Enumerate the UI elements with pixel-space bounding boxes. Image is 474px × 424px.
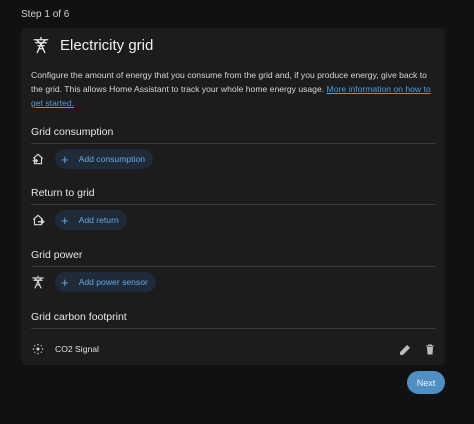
card-description: Configure the amount of energy that you … xyxy=(31,68,437,110)
add-return-label: Add return xyxy=(78,215,119,225)
divider xyxy=(31,143,436,144)
trash-icon[interactable] xyxy=(424,343,436,356)
transmission-tower-icon xyxy=(31,275,45,289)
grid-consumption-section: Grid consumption + Add consumption xyxy=(31,126,436,170)
grid-power-section: Grid power + Add power sensor xyxy=(31,249,436,293)
grid-power-row: + Add power sensor xyxy=(31,271,436,293)
add-consumption-button[interactable]: + Add consumption xyxy=(55,149,153,169)
pencil-icon[interactable] xyxy=(399,343,412,356)
step-indicator: Step 1 of 6 xyxy=(21,9,70,20)
grid-consumption-row: + Add consumption xyxy=(31,148,436,170)
grid-carbon-title: Grid carbon footprint xyxy=(31,311,127,323)
home-import-icon xyxy=(31,152,45,166)
plus-icon: + xyxy=(61,151,69,167)
divider xyxy=(31,204,436,205)
co2-row-actions xyxy=(387,343,436,356)
return-to-grid-row: + Add return xyxy=(31,209,436,231)
divider xyxy=(31,266,436,267)
grid-consumption-title: Grid consumption xyxy=(31,126,114,138)
return-to-grid-section: Return to grid + Add return xyxy=(31,187,436,231)
co2-signal-row: CO2 Signal xyxy=(31,338,436,360)
return-to-grid-title: Return to grid xyxy=(31,187,95,199)
add-power-sensor-button[interactable]: + Add power sensor xyxy=(55,272,156,292)
co2-signal-label: CO2 Signal xyxy=(55,344,99,354)
card-title: Electricity grid xyxy=(60,36,154,54)
add-return-button[interactable]: + Add return xyxy=(55,210,127,230)
plus-icon: + xyxy=(61,212,69,228)
add-power-sensor-label: Add power sensor xyxy=(78,277,148,287)
co2-icon xyxy=(31,342,45,356)
add-consumption-label: Add consumption xyxy=(78,154,145,164)
transmission-tower-icon xyxy=(32,36,50,54)
plus-icon: + xyxy=(61,274,69,290)
grid-power-title: Grid power xyxy=(31,249,83,261)
divider xyxy=(31,328,436,329)
home-export-icon xyxy=(31,213,45,227)
card-header: Electricity grid xyxy=(32,36,153,54)
energy-grid-card: Electricity grid Configure the amount of… xyxy=(21,28,445,365)
next-button[interactable]: Next xyxy=(407,371,445,394)
grid-carbon-section: Grid carbon footprint CO2 Signal xyxy=(31,311,436,360)
